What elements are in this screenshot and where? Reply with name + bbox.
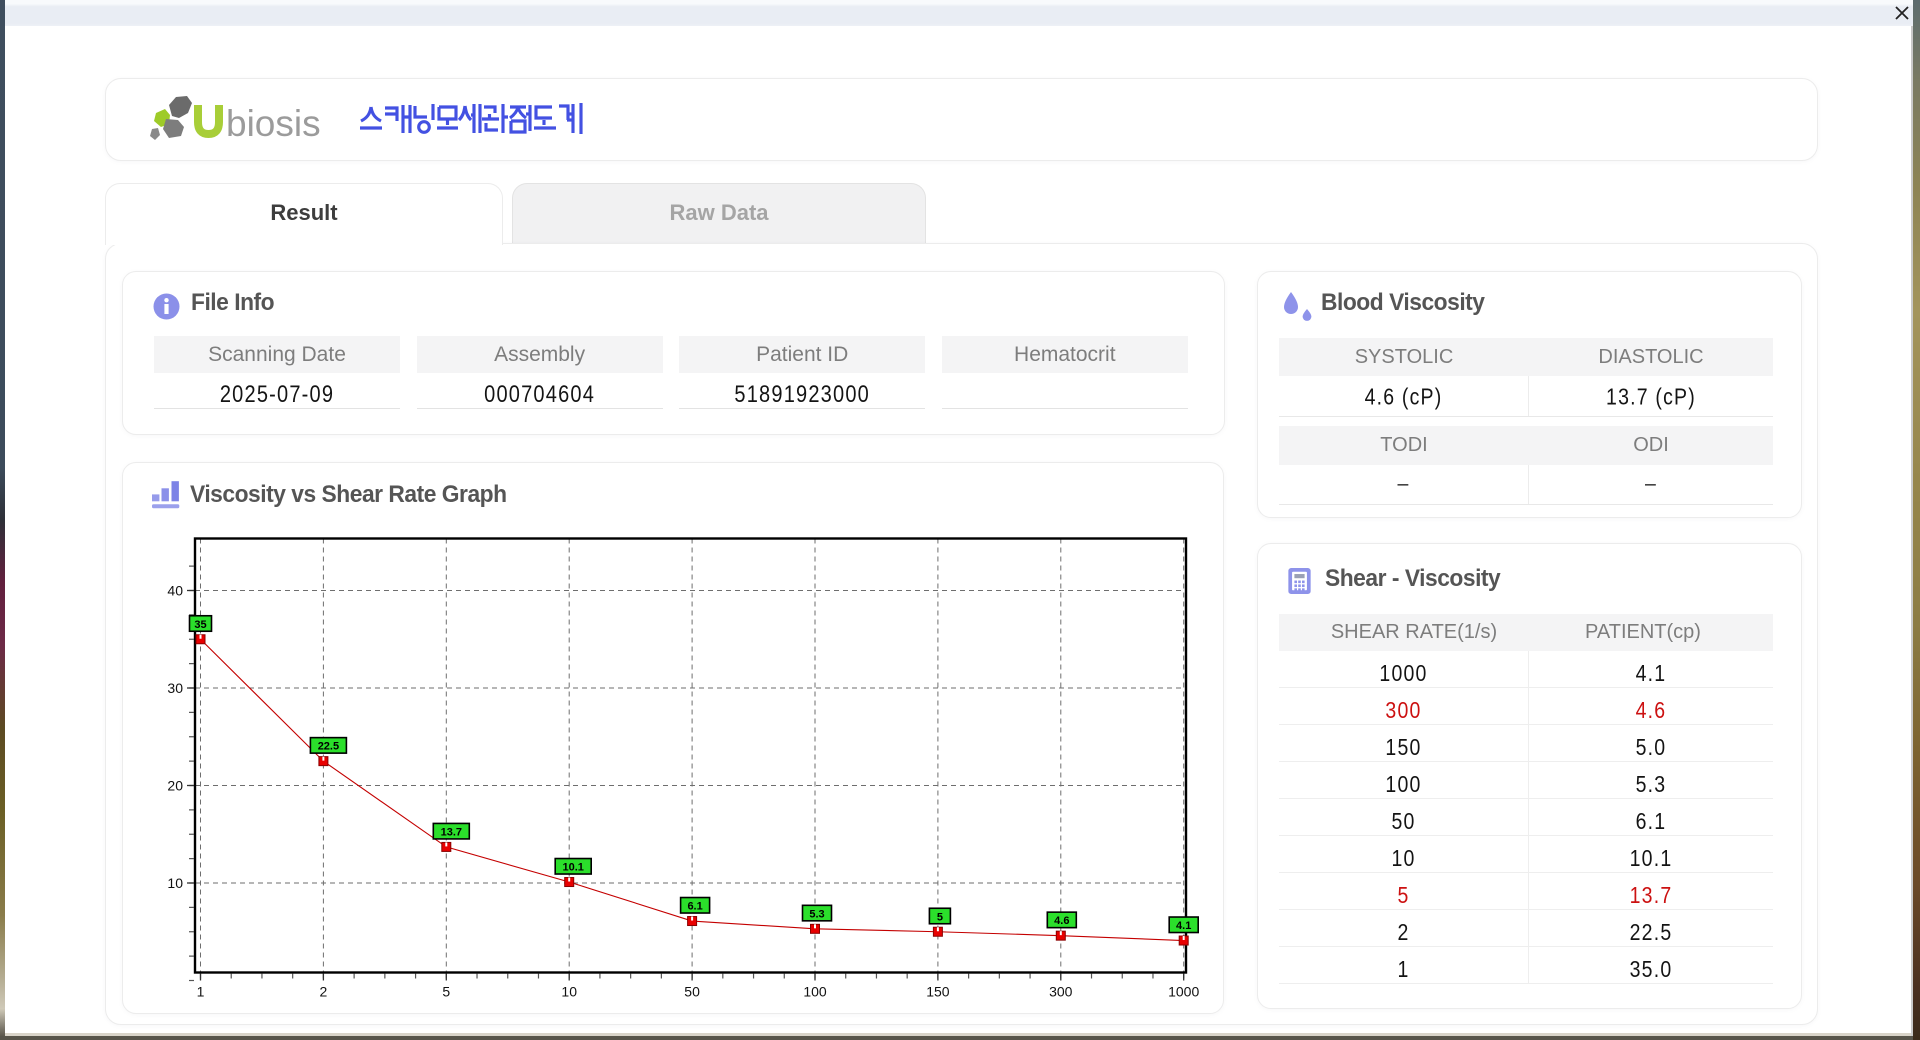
svg-text:6.1: 6.1: [687, 901, 702, 913]
svg-text:13.7: 13.7: [441, 826, 462, 838]
svg-text:30: 30: [167, 680, 183, 696]
svg-text:5.3: 5.3: [809, 908, 824, 920]
svg-text:10.1: 10.1: [562, 862, 583, 874]
svg-text:10: 10: [167, 875, 183, 891]
svg-text:biosis: biosis: [226, 103, 321, 144]
svg-text:300: 300: [1049, 984, 1073, 1000]
svg-text:150: 150: [926, 984, 950, 1000]
svg-text:35: 35: [194, 619, 206, 631]
svg-text:10: 10: [561, 984, 577, 1000]
svg-text:40: 40: [167, 583, 183, 599]
svg-text:5: 5: [937, 911, 943, 923]
svg-text:4.6: 4.6: [1054, 915, 1069, 927]
svg-text:50: 50: [684, 984, 700, 1000]
svg-text:1: 1: [197, 984, 205, 1000]
svg-text:22.5: 22.5: [318, 741, 339, 753]
svg-text:1000: 1000: [1168, 984, 1199, 1000]
svg-text:5: 5: [442, 984, 450, 1000]
svg-text:100: 100: [803, 984, 827, 1000]
svg-text:2: 2: [320, 984, 328, 1000]
svg-text:20: 20: [167, 778, 183, 794]
svg-text:4.1: 4.1: [1176, 920, 1191, 932]
